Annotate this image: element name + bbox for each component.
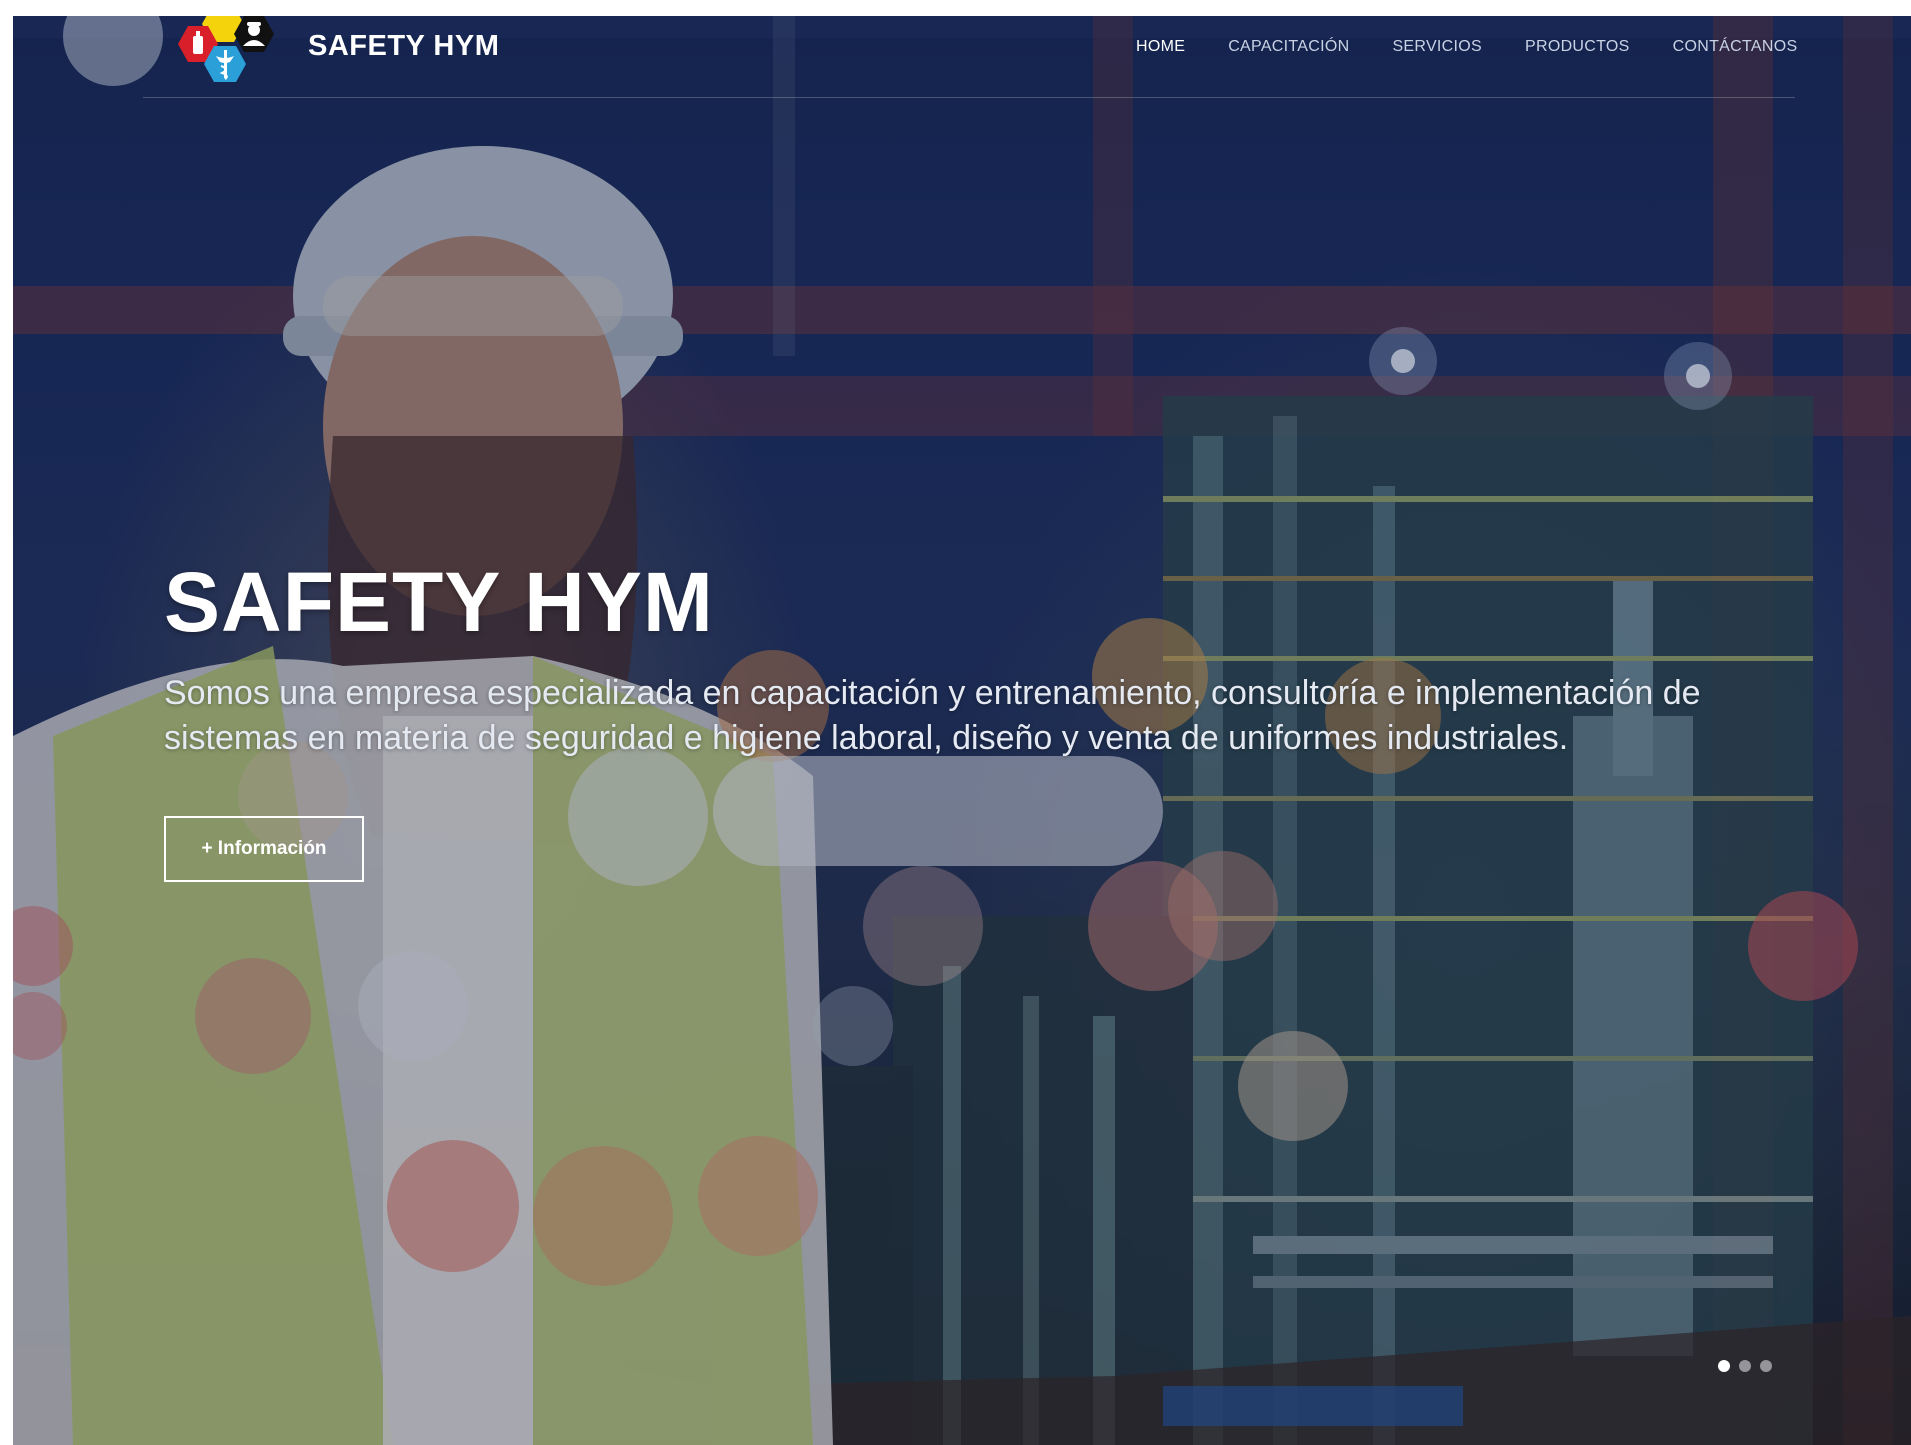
more-info-button[interactable]: + Información	[164, 816, 364, 882]
nav-item-home[interactable]: HOME	[1136, 30, 1185, 64]
brand-name[interactable]: SAFETY HYM	[308, 24, 499, 68]
site-header: SAFETY HYM HOME CAPACITACIÓN SERVICIOS P…	[13, 16, 1911, 100]
nav-item-servicios[interactable]: SERVICIOS	[1392, 30, 1482, 64]
hexagon-cluster-safety-logo[interactable]	[168, 16, 288, 94]
slide-dot-2[interactable]	[1739, 1360, 1751, 1372]
slide-dot-3[interactable]	[1760, 1360, 1772, 1372]
main-navigation: HOME CAPACITACIÓN SERVICIOS PRODUCTOS CO…	[1136, 30, 1797, 64]
nav-item-contactanos[interactable]: CONTÁCTANOS	[1673, 30, 1798, 64]
slider-pagination	[1718, 1360, 1772, 1372]
hero-description: Somos una empresa especializada en capac…	[164, 674, 1701, 757]
nav-item-capacitacion[interactable]: CAPACITACIÓN	[1228, 30, 1349, 64]
header-divider	[143, 97, 1795, 98]
slide-dot-1[interactable]	[1718, 1360, 1730, 1372]
hero-title: SAFETY HYM	[164, 555, 714, 649]
hero-slider: SAFETY HYM HOME CAPACITACIÓN SERVICIOS P…	[13, 16, 1911, 1445]
nav-item-productos[interactable]: PRODUCTOS	[1525, 30, 1630, 64]
